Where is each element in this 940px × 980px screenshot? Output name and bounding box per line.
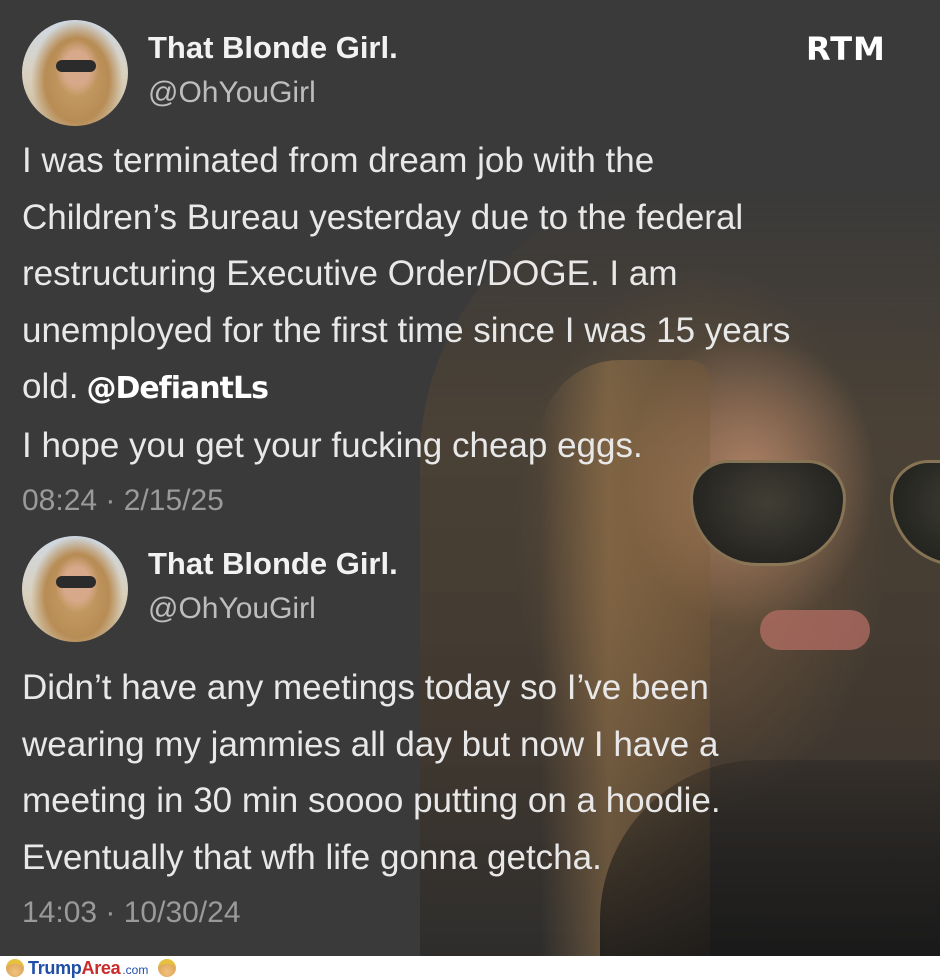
display-name[interactable]: That Blonde Girl. [148,546,398,582]
tweet-body: Didn’t have any meetings today so I’ve b… [22,668,721,877]
site-suffix: .com [122,963,149,977]
site-name-part1: Trump [28,957,82,978]
tweet-timestamp[interactable]: 08:24 · 2/15/25 [22,484,922,518]
tweet-text: I was terminated from dream job with the… [22,141,791,406]
display-name[interactable]: That Blonde Girl. [148,30,398,66]
site-name-part2: Area [81,957,121,978]
avatar[interactable] [22,20,128,126]
mention-link[interactable]: @DefiantLs [86,371,268,406]
avatar-sunglasses [56,576,96,588]
trump-face-icon [158,959,177,977]
footer-bar: TrumpArea .com [0,956,940,980]
tweet-card: That Blonde Girl. @OhYouGirl Didn’t have… [22,536,922,930]
user-handle[interactable]: @OhYouGirl [148,76,316,110]
tweet-header: That Blonde Girl. @OhYouGirl [22,536,922,646]
user-handle[interactable]: @OhYouGirl [148,592,316,626]
tweet-header: That Blonde Girl. @OhYouGirl [22,20,922,130]
site-watermark[interactable]: TrumpArea .com [6,957,177,979]
trump-face-icon [6,959,24,977]
tweet-timestamp[interactable]: 14:03 · 10/30/24 [22,896,922,930]
site-name: TrumpArea [28,957,121,979]
tweet-text-continued: I hope you get your fucking cheap eggs. [22,425,643,465]
meme-canvas: RTM That Blonde Girl. @OhYouGirl I was t… [0,0,940,956]
tweet-card: That Blonde Girl. @OhYouGirl I was termi… [22,20,922,518]
avatar-sunglasses [56,60,96,72]
avatar[interactable] [22,536,128,642]
tweet-body: I was terminated from dream job with the… [22,133,922,474]
